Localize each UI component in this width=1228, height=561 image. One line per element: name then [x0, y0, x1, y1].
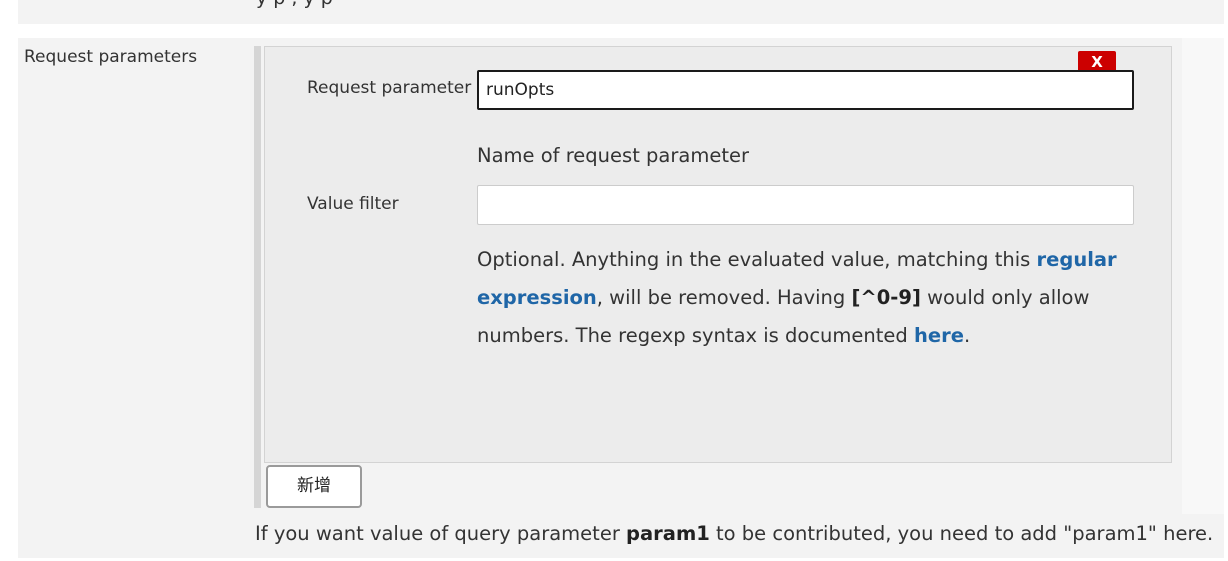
section-help-text-2: to be contributed, you need to add "para…	[709, 522, 1214, 545]
value-filter-help-text-2: , will be removed. Having	[596, 286, 852, 309]
add-parameter-button[interactable]: 新增	[266, 465, 362, 508]
request-parameter-input[interactable]	[477, 70, 1134, 110]
value-filter-help: Optional. Anything in the evaluated valu…	[477, 241, 1117, 355]
section-help-text-1: If you want value of query parameter	[255, 522, 627, 545]
previous-help-text-strip: y p , y p	[18, 0, 1224, 24]
section-help-text: If you want value of query parameter par…	[255, 522, 1213, 545]
param-name-example: param1	[626, 522, 710, 545]
request-parameter-label: Request parameter	[307, 78, 472, 98]
value-filter-help-text-4: .	[963, 324, 971, 347]
repeatable-drag-bar	[254, 46, 261, 508]
section-right-column	[1182, 38, 1224, 514]
regexp-syntax-link[interactable]: here	[914, 324, 964, 347]
regex-example: [^0-9]	[851, 286, 921, 309]
section-label: Request parameters	[24, 47, 198, 67]
value-filter-help-text-1: Optional. Anything in the evaluated valu…	[477, 248, 1037, 271]
value-filter-input[interactable]	[477, 185, 1134, 225]
request-parameter-help: Name of request parameter	[477, 144, 749, 167]
previous-help-text: y p , y p	[256, 0, 333, 9]
value-filter-label: Value filter	[307, 194, 399, 214]
